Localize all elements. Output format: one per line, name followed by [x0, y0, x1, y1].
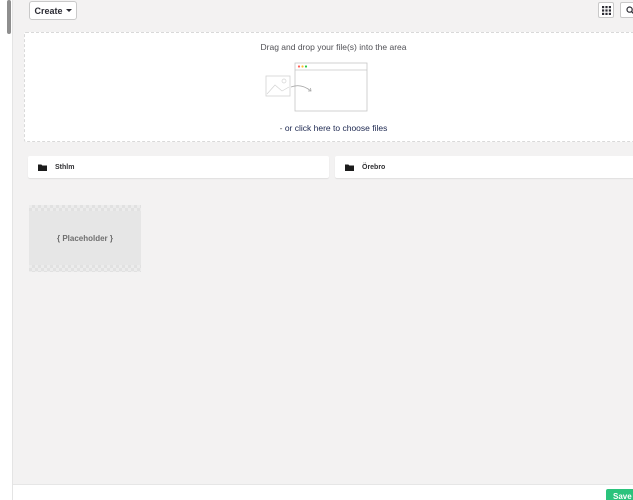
choose-files-text: or click here to choose files: [284, 123, 388, 133]
folder-icon: [38, 164, 47, 171]
search-button[interactable]: [620, 2, 633, 18]
grid-icon: [601, 5, 611, 15]
drop-zone-title: Drag and drop your file(s) into the area: [260, 42, 407, 52]
choose-files-link[interactable]: - or click here to choose files: [25, 123, 633, 133]
folder-item-orebro[interactable]: Örebro: [335, 156, 633, 178]
folder-item-sthlm[interactable]: Sthlm: [28, 156, 329, 178]
file-drop-zone[interactable]: Drag and drop your file(s) into the area…: [24, 32, 633, 142]
drag-drop-illustration-icon: [265, 62, 368, 112]
placeholder-label: { Placeholder }: [56, 233, 114, 243]
create-button[interactable]: Create: [29, 1, 77, 20]
placeholder-tile-body: { Placeholder }: [29, 211, 141, 265]
media-section-page: Create Drag and drop your file(s) into t…: [0, 0, 633, 500]
folder-name: Örebro: [362, 163, 386, 171]
scrollbar-handle[interactable]: [7, 0, 11, 34]
create-button-label: Create: [34, 5, 63, 16]
folder-icon: [345, 164, 354, 171]
save-button-label: Save: [613, 492, 632, 500]
grid-view-button[interactable]: [598, 2, 614, 18]
search-icon: [625, 5, 633, 14]
folder-name: Sthlm: [55, 163, 75, 171]
left-gutter: [0, 0, 13, 500]
save-button[interactable]: Save: [606, 489, 633, 500]
media-tile-placeholder[interactable]: { Placeholder }: [29, 205, 141, 272]
caret-down-icon: [65, 9, 72, 12]
footer-bar: [13, 484, 633, 500]
